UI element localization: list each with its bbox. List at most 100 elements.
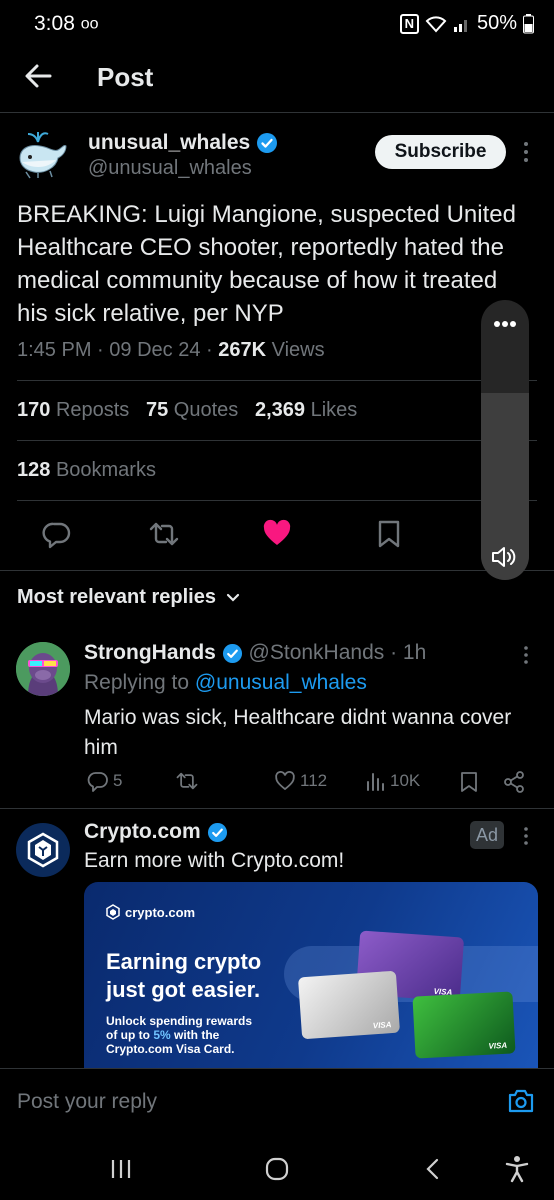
verified-badge-icon: [222, 643, 242, 663]
visa-label: VISA: [372, 1020, 392, 1031]
author-handle[interactable]: @unusual_whales: [88, 157, 252, 180]
composer-divider: [0, 1068, 554, 1069]
reply-like-count: 112: [300, 771, 328, 790]
author-name-row[interactable]: unusual_whales: [88, 131, 278, 155]
ad-avatar[interactable]: [16, 823, 70, 877]
camera-icon[interactable]: [507, 1088, 535, 1114]
like-icon-filled[interactable]: [262, 518, 292, 548]
status-time: 3:08 oo: [34, 12, 99, 35]
more-vertical-icon[interactable]: [522, 141, 530, 163]
ad-badge: Ad: [470, 821, 504, 849]
bookmark-icon[interactable]: [374, 519, 404, 549]
bookmarks-stat[interactable]: 128 Bookmarks: [17, 459, 156, 482]
bookmarks-label: Bookmarks: [55, 459, 156, 481]
reposts-stat[interactable]: 170 Reposts: [17, 399, 129, 421]
reply-avatar[interactable]: [16, 642, 70, 696]
volume-slider[interactable]: [481, 300, 529, 580]
reply-age: · 1h: [390, 641, 427, 664]
battery-text: 50%: [476, 12, 517, 34]
page-title: Post: [97, 62, 154, 92]
crypto-com-mini-logo-icon: [106, 904, 120, 920]
replying-to-handle[interactable]: @unusual_whales: [195, 671, 367, 694]
author-avatar[interactable]: [16, 128, 68, 180]
ad-text: Earn more with Crypto.com!: [84, 849, 345, 872]
divider: [0, 570, 554, 571]
signal-icon: [453, 19, 467, 32]
replying-to-label: Replying to: [84, 671, 190, 694]
ad-card-percentage: 5%: [153, 1028, 171, 1042]
reply-author-name[interactable]: StrongHands: [84, 641, 216, 664]
replies-sort-label: Most relevant replies: [17, 586, 216, 608]
likes-count: 2,369: [254, 399, 306, 421]
ad-card-brand-row: crypto.com: [106, 904, 195, 920]
likes-stat[interactable]: 2,369 Likes: [255, 399, 357, 421]
bookmarks-count: 128: [17, 459, 51, 481]
ad-author-name[interactable]: Crypto.com: [84, 820, 201, 843]
repost-icon[interactable]: [175, 770, 199, 792]
reply-composer-input[interactable]: Post your reply: [17, 1090, 157, 1114]
crypto-com-logo-icon: [27, 832, 59, 868]
reply-text: Mario was sick, Healthcare didnt wanna c…: [84, 706, 512, 759]
post-text: BREAKING: Luigi Mangione, suspected Unit…: [17, 201, 516, 327]
back-arrow-icon[interactable]: [22, 60, 54, 92]
divider: [17, 440, 537, 441]
author-name[interactable]: unusual_whales: [88, 131, 250, 154]
header-divider: [0, 112, 554, 113]
reply-icon[interactable]: [42, 519, 72, 549]
divider: [17, 380, 537, 381]
post-meta: 1:45 PM · 09 Dec 24 · 267K Views: [17, 339, 325, 361]
reply-icon: [87, 772, 108, 792]
ad-card-brand: crypto.com: [125, 904, 196, 920]
reply-header: StrongHands @StonkHands · 1h: [84, 641, 426, 665]
quotes-count: 75: [145, 399, 169, 421]
ad-card-sub-line-1: Unlock spending rewards: [106, 1014, 253, 1028]
reply-comment-action[interactable]: 5: [87, 770, 122, 792]
reply-views-count: 10K: [390, 771, 421, 790]
likes-label: Likes: [310, 399, 358, 421]
quotes-stat[interactable]: 75 Quotes: [146, 399, 238, 421]
ad-card-subtext: Unlock spending rewards of up to 5% with…: [106, 1014, 252, 1056]
status-indicators: N 50%: [399, 12, 534, 35]
share-icon[interactable]: [503, 771, 525, 793]
divider: [17, 500, 537, 501]
speaker-icon[interactable]: [490, 545, 520, 569]
ad-card-headline-line-2: just got easier.: [106, 977, 261, 1002]
visa-label: VISA: [488, 1040, 508, 1051]
like-icon: [275, 771, 295, 791]
reply-like-action[interactable]: 112: [274, 770, 327, 792]
voicemail-icon: oo: [80, 15, 99, 33]
chevron-down-icon: [226, 593, 239, 602]
quotes-label: Quotes: [173, 399, 239, 421]
repost-icon[interactable]: [149, 519, 179, 549]
divider: [0, 808, 554, 809]
ad-card-sub-line-2: of up to 5% with the: [106, 1028, 220, 1042]
ad-card-image[interactable]: crypto.com Earning crypto just got easie…: [84, 882, 538, 1068]
reply-views-action[interactable]: 10K: [366, 770, 420, 792]
subscribe-button[interactable]: Subscribe: [375, 135, 506, 169]
system-nav-bar: [0, 1135, 554, 1200]
ad-card-sub-line-3: Crypto.com Visa Card.: [106, 1042, 235, 1056]
bookmark-icon[interactable]: [459, 771, 479, 793]
replying-to: Replying to @unusual_whales: [84, 671, 367, 695]
reply-comment-count: 5: [113, 771, 123, 790]
accessibility-icon[interactable]: [505, 1155, 529, 1183]
post-time: 1:45 PM: [17, 339, 92, 361]
replies-sort-dropdown[interactable]: Most relevant replies: [17, 586, 240, 609]
nfc-icon: N: [399, 13, 419, 34]
silver-visa-card: VISA: [297, 970, 401, 1040]
volume-more-icon[interactable]: [493, 320, 517, 328]
whale-logo-icon: [19, 132, 67, 179]
ape-avatar-icon: [16, 642, 70, 696]
ad-author-row: Crypto.com: [84, 820, 228, 844]
views-label: Views: [271, 339, 325, 361]
engagement-stats: 170 Reposts 75 Quotes 2,369 Likes: [17, 399, 357, 422]
reply-author-handle[interactable]: @StonkHands: [249, 641, 385, 664]
recents-icon[interactable]: [110, 1158, 132, 1180]
more-vertical-icon[interactable]: [522, 826, 530, 846]
home-icon[interactable]: [265, 1157, 289, 1181]
views-count: 267K: [218, 339, 267, 361]
back-nav-icon[interactable]: [424, 1158, 440, 1180]
more-vertical-icon[interactable]: [522, 645, 530, 665]
verified-badge-icon: [207, 822, 227, 842]
battery-icon: [523, 13, 534, 33]
